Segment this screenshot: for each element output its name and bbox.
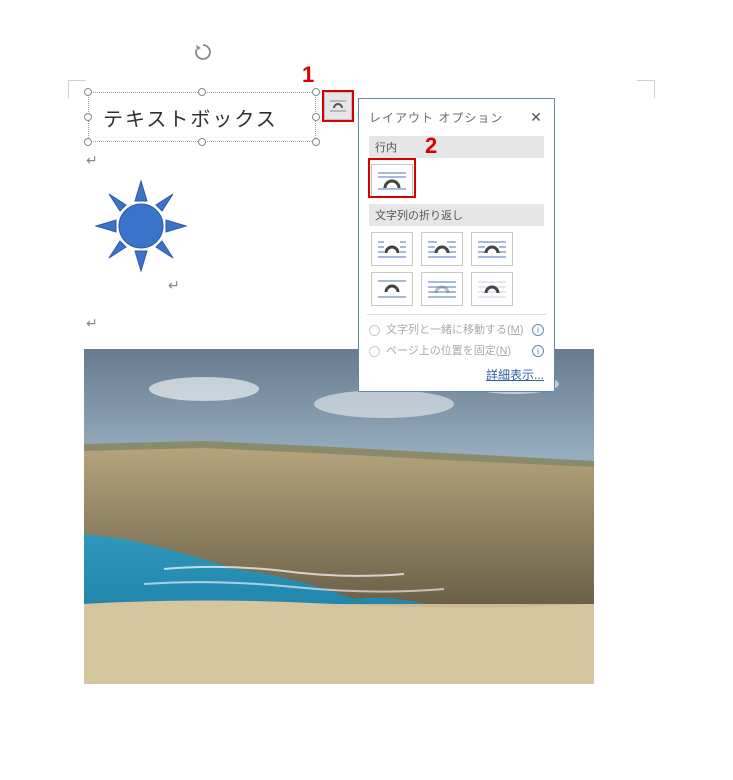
wrap-option-top-bottom[interactable] [371,272,413,306]
rotate-handle-icon[interactable] [192,42,214,64]
wrap-option-through[interactable] [471,232,513,266]
details-link[interactable]: 詳細表示... [369,366,544,383]
wrap-option-inline[interactable] [371,164,413,198]
paragraph-mark: ↵ [86,315,98,332]
resize-handle-top-center[interactable] [198,88,206,96]
close-icon[interactable]: ✕ [528,110,544,126]
resize-handle-top-left[interactable] [84,88,92,96]
layout-options-panel: レイアウト オプション ✕ 行内 文字列の折り返し [358,98,555,392]
panel-title: レイアウト オプション [369,109,503,126]
text-box-content[interactable]: テキストボックス [88,92,316,142]
text-box[interactable]: テキストボックス [88,92,316,142]
annotation-number-1: 1 [302,62,314,88]
resize-handle-bottom-right[interactable] [312,138,320,146]
section-wrap-label: 文字列の折り返し [369,204,544,226]
radio-move-with-text: 文字列と一緒に移動する(M) i [369,323,544,338]
wrap-option-square[interactable] [371,232,413,266]
resize-handle-bottom-center[interactable] [198,138,206,146]
wrap-option-tight[interactable] [421,232,463,266]
resize-handle-middle-right[interactable] [312,113,320,121]
paragraph-mark: ↵ [86,152,98,169]
section-inline-label: 行内 [369,136,544,158]
page-corner-top-left [68,80,86,98]
layout-options-button[interactable] [324,92,352,120]
info-icon[interactable]: i [532,324,544,336]
paragraph-mark: ↵ [168,277,180,294]
resize-handle-bottom-left[interactable] [84,138,92,146]
radio-fix-position: ページ上の位置を固定(N) i [369,344,544,359]
wrap-option-in-front-of-text[interactable] [471,272,513,306]
info-icon[interactable]: i [532,345,544,357]
sun-shape[interactable] [94,179,188,273]
page-corner-top-right [637,80,655,98]
wrap-option-behind-text[interactable] [421,272,463,306]
resize-handle-top-right[interactable] [312,88,320,96]
radio-icon [369,325,380,336]
resize-handle-middle-left[interactable] [84,113,92,121]
radio-icon [369,346,380,357]
inserted-image[interactable] [84,349,594,684]
